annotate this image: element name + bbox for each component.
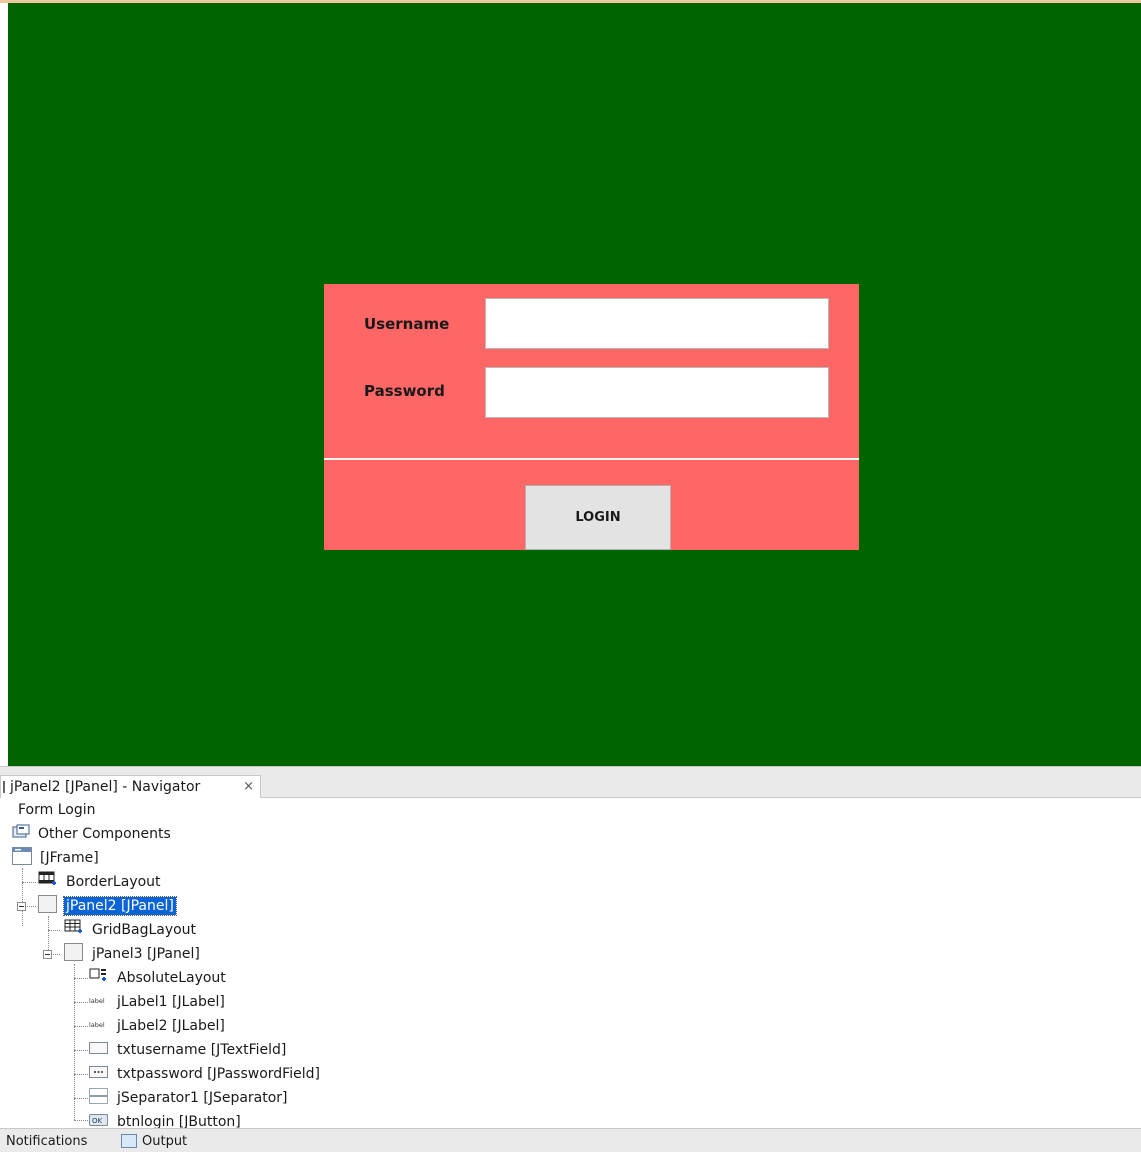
tree-item-other-components[interactable]: Other Components <box>12 823 173 845</box>
tree-item-label: jLabel1 [JLabel] <box>117 994 225 1010</box>
tree-item-label: Form Login <box>18 802 96 818</box>
tree-connector <box>22 868 23 926</box>
tab-edge-marker <box>3 781 5 793</box>
tree-connector <box>74 1074 88 1075</box>
tree-connector <box>74 1098 88 1099</box>
username-field[interactable] <box>485 298 829 349</box>
canvas-left-margin <box>0 3 8 766</box>
border-layout-icon <box>38 871 58 893</box>
username-label: Username <box>364 315 450 333</box>
tree-item-label: Other Components <box>38 826 171 842</box>
gridbag-layout-icon <box>64 919 84 941</box>
tree-item-jseparator1[interactable]: jSeparator1 [JSeparator] <box>89 1087 290 1109</box>
navigator-tab[interactable]: jPanel2 [JPanel] - Navigator × <box>0 775 261 799</box>
tree-connector <box>74 1002 88 1003</box>
tree-item-label: jPanel2 [JPanel] <box>63 896 177 916</box>
tree-item-jlabel1[interactable]: label jLabel1 [JLabel] <box>89 991 227 1013</box>
tree-item-label: AbsoluteLayout <box>117 970 226 986</box>
tree-item-label: txtusername [JTextField] <box>117 1042 287 1058</box>
svg-text:label: label <box>89 997 105 1005</box>
form-separator <box>324 458 859 460</box>
tree-item-label: [JFrame] <box>40 850 99 866</box>
tree-item-label: jPanel3 [JPanel] <box>92 946 200 962</box>
notifications-tab[interactable]: Notifications <box>6 1134 87 1149</box>
login-button[interactable]: LOGIN <box>525 485 671 550</box>
tree-item-borderlayout[interactable]: BorderLayout <box>38 871 163 893</box>
password-label: Password <box>364 382 445 400</box>
tree-connector <box>22 882 36 883</box>
collapse-toggle-jpanel3[interactable] <box>43 950 52 959</box>
svg-text:label: label <box>89 1021 105 1029</box>
bottom-tab-bar: Notifications Output <box>0 1128 1141 1152</box>
tree-item-label: txtpassword [JPasswordField] <box>117 1066 320 1082</box>
tree-item-gridbaglayout[interactable]: GridBagLayout <box>64 919 198 941</box>
close-icon[interactable]: × <box>243 776 254 798</box>
textfield-icon <box>89 1039 109 1061</box>
tree-connector <box>74 1026 88 1027</box>
absolute-layout-icon <box>89 967 109 989</box>
tree-item-label: BorderLayout <box>66 874 161 890</box>
tree-item-absolutelayout[interactable]: AbsoluteLayout <box>89 967 228 989</box>
navigator-tab-bar: jPanel2 [JPanel] - Navigator × <box>0 766 1141 799</box>
tree-item-jpanel3[interactable]: jPanel3 [JPanel] <box>64 943 202 965</box>
svg-text:OK: OK <box>92 1117 103 1125</box>
tree-item-label: jSeparator1 [JSeparator] <box>117 1090 288 1106</box>
tree-item-label: GridBagLayout <box>92 922 197 938</box>
tree-item-jlabel2[interactable]: label jLabel2 [JLabel] <box>89 1015 227 1037</box>
jpanel-icon <box>64 943 84 965</box>
tree-item-label: jLabel2 [JLabel] <box>117 1018 225 1034</box>
navigator-tab-title: jPanel2 [JPanel] - Navigator <box>10 779 201 795</box>
passwordfield-icon <box>89 1063 109 1085</box>
separator-icon <box>89 1087 109 1109</box>
tree-item-txtpassword[interactable]: txtpassword [JPasswordField] <box>89 1063 322 1085</box>
tree-connector <box>74 978 88 979</box>
tree-connector <box>74 1050 88 1051</box>
tree-connector <box>74 964 75 1120</box>
login-panel[interactable]: Username Password LOGIN <box>324 284 859 550</box>
tree-item-form-login[interactable]: Form Login <box>16 799 98 821</box>
jpanel-icon <box>38 895 58 917</box>
other-components-icon <box>12 824 30 844</box>
collapse-toggle-jpanel2[interactable] <box>17 902 26 911</box>
password-field[interactable] <box>485 367 829 418</box>
label-icon: label <box>89 991 109 1013</box>
output-tab[interactable]: Output <box>142 1134 187 1149</box>
tree-connector <box>74 1120 88 1121</box>
tree-connector <box>27 906 36 907</box>
tree-item-txtusername[interactable]: txtusername [JTextField] <box>89 1039 288 1061</box>
label-icon: label <box>89 1015 109 1037</box>
tree-connector <box>53 954 60 955</box>
tree-connector <box>48 930 60 931</box>
tree-item-jframe[interactable]: [JFrame] <box>12 847 101 869</box>
navigator-tree[interactable]: Form Login Other Components [JFrame] Bor… <box>0 798 1141 1130</box>
output-icon <box>121 1134 137 1148</box>
tree-item-jpanel2[interactable]: jPanel2 [JPanel] <box>38 895 177 917</box>
jframe-icon <box>12 847 32 869</box>
